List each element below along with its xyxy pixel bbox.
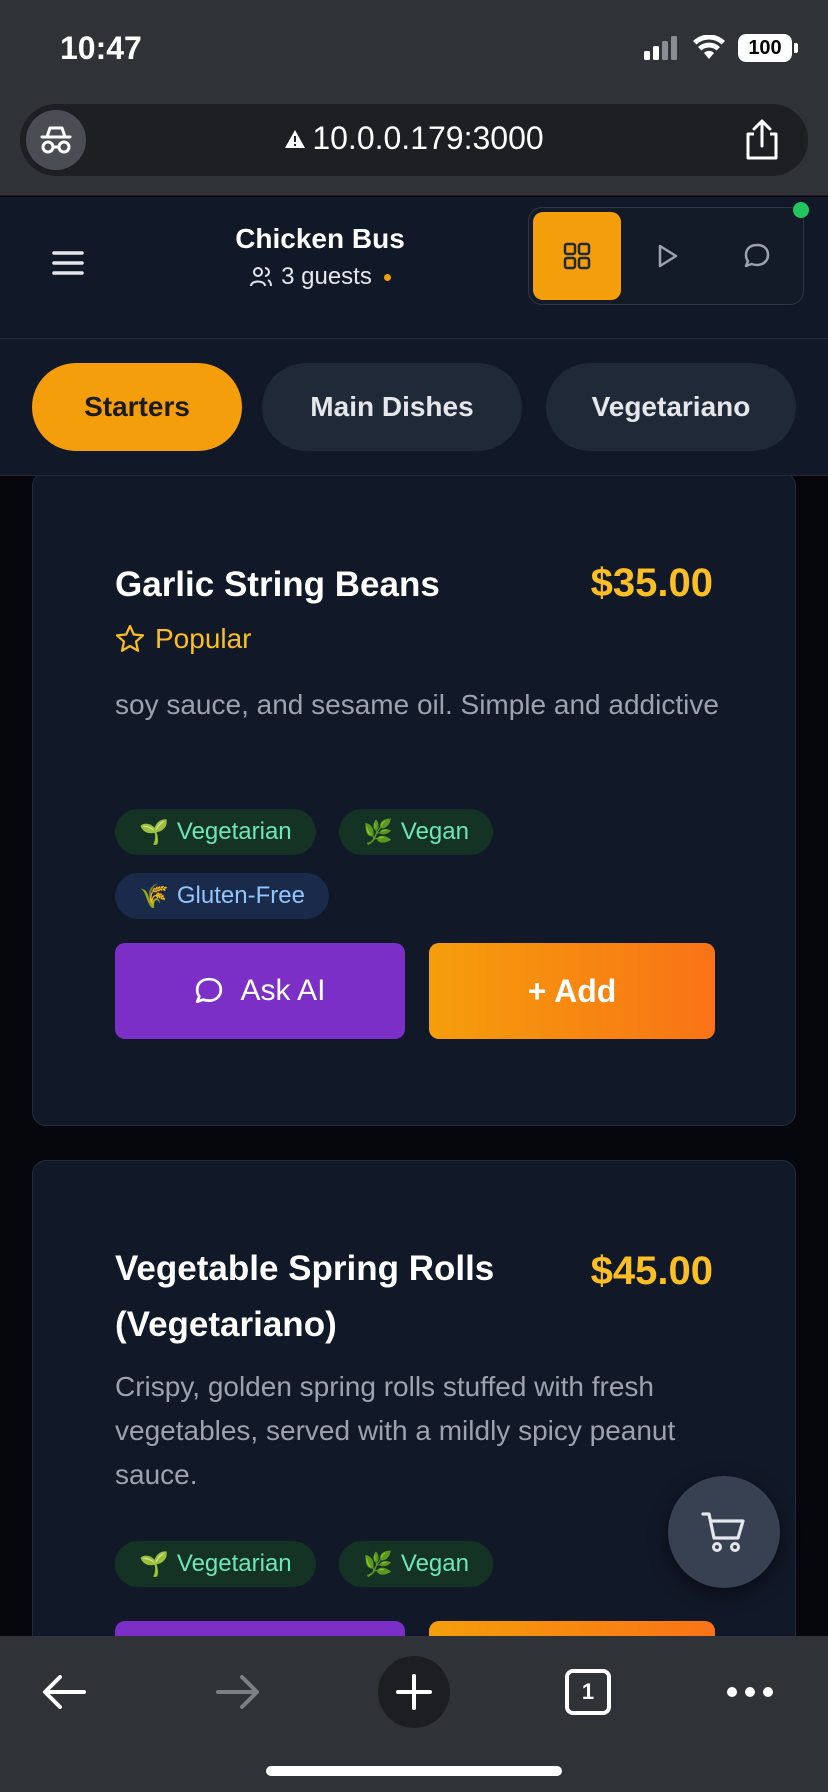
status-icons: 100 bbox=[644, 34, 798, 62]
plus-icon bbox=[396, 1674, 432, 1710]
tag-vegan: 🌿 Vegan bbox=[339, 1541, 493, 1587]
more-button[interactable] bbox=[710, 1652, 790, 1732]
new-tab-button[interactable] bbox=[378, 1656, 450, 1728]
cart-button[interactable] bbox=[668, 1476, 780, 1588]
tag-label: Vegan bbox=[400, 818, 469, 845]
add-to-cart-button[interactable] bbox=[429, 1621, 715, 1636]
chat-icon bbox=[744, 243, 770, 268]
dish-description: soy sauce, and sesame oil. Simple and ad… bbox=[115, 689, 719, 720]
tabs-button[interactable]: 1 bbox=[548, 1652, 628, 1732]
cart-icon bbox=[701, 1512, 745, 1552]
screen: 10:47 100 10.0.0.179:3000 Chicken Bus 3 … bbox=[0, 0, 828, 1792]
sprout-icon: 🌱 bbox=[139, 1550, 169, 1578]
grid-icon bbox=[563, 242, 591, 270]
herb-icon: 🌿 bbox=[363, 818, 393, 846]
tab-main-dishes[interactable]: Main Dishes bbox=[262, 363, 522, 451]
tag-label: Vegetarian bbox=[176, 818, 292, 845]
wifi-icon bbox=[693, 35, 725, 59]
dish-price: $45.00 bbox=[590, 1249, 713, 1293]
browser-toolbar: 10.0.0.179:3000 bbox=[0, 96, 828, 196]
menu-list: Garlic String Beans $35.00 Popular soy s… bbox=[0, 476, 828, 1636]
tag-label: Vegan bbox=[400, 1550, 469, 1577]
star-icon bbox=[115, 624, 145, 652]
dish-name: Garlic String Beans bbox=[115, 565, 440, 604]
popular-label: Popular bbox=[155, 623, 252, 654]
app-header: Chicken Bus 3 guests bbox=[0, 197, 828, 339]
sprout-icon: 🌱 bbox=[139, 818, 169, 846]
online-indicator bbox=[793, 202, 809, 218]
dish-name-line-2: (Vegetariano) bbox=[115, 1305, 337, 1344]
guest-count: 3 guests bbox=[200, 263, 440, 291]
popular-badge: Popular bbox=[115, 623, 252, 655]
dish-price: $35.00 bbox=[590, 561, 713, 605]
tag-vegetarian: 🌱 Vegetarian bbox=[115, 809, 316, 855]
play-view-button[interactable] bbox=[623, 212, 711, 300]
tab-vegetariano[interactable]: Vegetariano bbox=[546, 363, 796, 451]
arrow-right-icon bbox=[216, 1675, 259, 1709]
warning-icon bbox=[285, 129, 306, 148]
dish-description: Crispy, golden spring rolls stuffed with… bbox=[115, 1371, 676, 1490]
ask-ai-label: Ask AI bbox=[240, 974, 326, 1007]
forward-button[interactable] bbox=[198, 1652, 278, 1732]
chat-icon bbox=[196, 977, 223, 1004]
tag-gluten-free: 🌾 Gluten-Free bbox=[115, 873, 329, 919]
more-icon bbox=[727, 1687, 773, 1697]
wheat-icon: 🌾 bbox=[139, 882, 169, 910]
back-button[interactable] bbox=[24, 1652, 104, 1732]
status-time: 10:47 bbox=[60, 30, 142, 66]
tag-label: Gluten-Free bbox=[176, 882, 305, 909]
dish-name: Vegetable Spring Rolls (Vegetariano) bbox=[115, 1241, 494, 1353]
arrow-left-icon bbox=[43, 1675, 86, 1709]
tag-vegan: 🌿 Vegan bbox=[339, 809, 493, 855]
url-display[interactable]: 10.0.0.179:3000 bbox=[20, 120, 808, 157]
share-icon[interactable] bbox=[740, 118, 784, 162]
herb-icon: 🌿 bbox=[363, 1550, 393, 1578]
home-indicator bbox=[266, 1766, 562, 1776]
dish-card: Garlic String Beans $35.00 Popular soy s… bbox=[32, 476, 796, 1126]
category-tabs: Starters Main Dishes Vegetariano bbox=[0, 339, 828, 476]
guest-status-dot bbox=[383, 273, 391, 281]
tag-label: Vegetarian bbox=[176, 1550, 292, 1577]
users-icon bbox=[250, 267, 273, 287]
play-icon bbox=[658, 244, 678, 268]
menu-view-button[interactable] bbox=[533, 212, 621, 300]
address-bar[interactable]: 10.0.0.179:3000 bbox=[20, 104, 808, 176]
chat-view-button[interactable] bbox=[713, 212, 801, 300]
status-bar: 10:47 100 bbox=[0, 0, 828, 96]
menu-icon[interactable] bbox=[46, 241, 90, 285]
signal-icon bbox=[644, 36, 677, 60]
url-text: 10.0.0.179:3000 bbox=[312, 120, 544, 156]
view-switcher bbox=[528, 202, 809, 305]
guest-count-label: 3 guests bbox=[281, 263, 372, 290]
add-to-cart-button[interactable]: + Add bbox=[429, 943, 715, 1039]
restaurant-name: Chicken Bus bbox=[235, 223, 405, 254]
tag-vegetarian: 🌱 Vegetarian bbox=[115, 1541, 316, 1587]
tab-count-icon: 1 bbox=[565, 1669, 611, 1715]
dish-name-line-1: Vegetable Spring Rolls bbox=[115, 1249, 495, 1288]
battery-icon: 100 bbox=[738, 34, 798, 62]
ask-ai-button[interactable] bbox=[115, 1621, 405, 1636]
tab-starters[interactable]: Starters bbox=[32, 363, 242, 451]
ask-ai-button[interactable]: Ask AI bbox=[115, 943, 405, 1039]
